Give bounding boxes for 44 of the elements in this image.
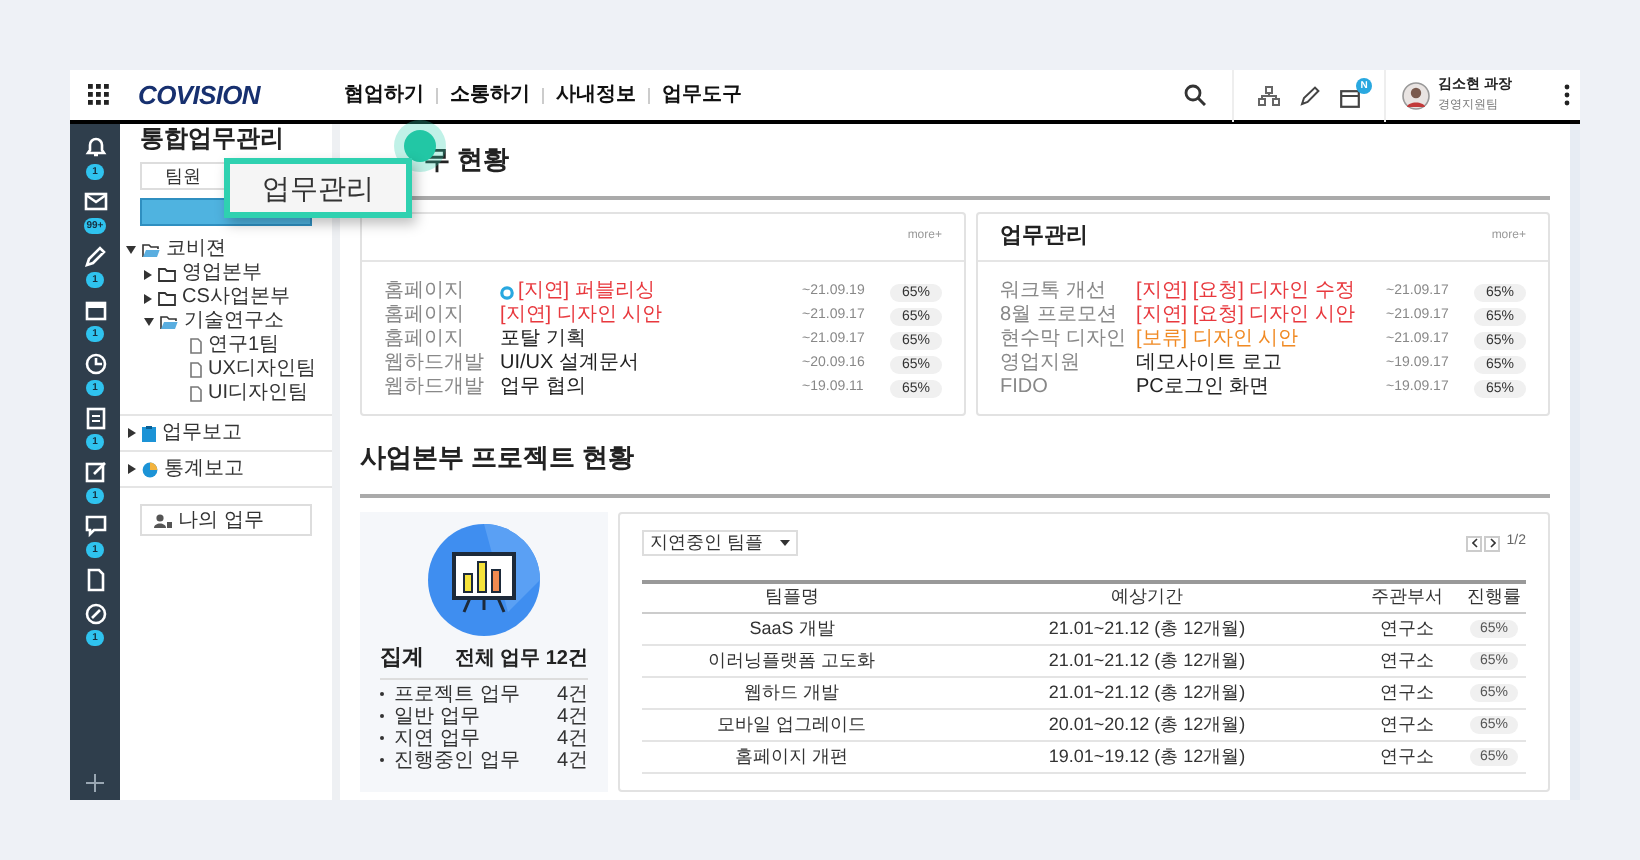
sidebar-title: 통합업무관리: [138, 124, 286, 152]
summary-total: 전체 업무 12건: [454, 645, 588, 674]
table-cell-text: 연구소: [1378, 647, 1436, 674]
summary-count: 4건: [556, 681, 588, 707]
category-text: 홈페이지: [384, 304, 466, 328]
column-header: 팀플명: [763, 584, 821, 611]
summary-count: 4건: [556, 747, 588, 775]
table-cell-text: 21.01~21.12 (총 12개월): [1046, 679, 1248, 706]
logo: COVISION: [138, 77, 260, 114]
category-text: 워크톡 개선: [1000, 280, 1108, 304]
column-header: 예상기간: [1109, 584, 1185, 611]
summary-label: 프로젝트 업무: [394, 681, 520, 707]
summary-count: 4건: [556, 725, 588, 751]
category-text: 홈페이지: [384, 328, 466, 352]
table-cell-text: 홈페이지 개편: [733, 743, 851, 770]
table-cell-text: 모바일 업그레이드: [715, 711, 869, 738]
table-cell-text: 웹하드 개발: [742, 679, 842, 706]
summary-label: 일반 업무: [394, 703, 480, 729]
table-cell-text: 20.01~20.12 (총 12개월): [1046, 711, 1248, 738]
category-text: 현수막 디자인: [1000, 328, 1128, 352]
table-cell-text: 연구소: [1378, 711, 1436, 738]
menu-tooltip: 업무관리: [224, 158, 412, 218]
table-cell-text: 19.01~19.12 (총 12개월): [1046, 743, 1248, 770]
summary-label: 진행중인 업무: [394, 747, 520, 775]
table-cell-text: 이러닝플랫폼 고도화: [706, 647, 878, 674]
category-text: 영업지원: [1000, 352, 1082, 376]
summary-title: 집계: [380, 644, 424, 674]
card-title: 업무관리: [1000, 222, 1088, 253]
category-text: 8월 프로모션: [1000, 304, 1119, 328]
table-cell-text: 21.01~21.12 (총 12개월): [1046, 647, 1248, 674]
summary-count: 4건: [556, 703, 588, 729]
table-cell-text: SaaS 개발: [747, 615, 837, 642]
column-header: 주관부서: [1369, 584, 1445, 611]
section-title: 사업본부 프로젝트 현황: [360, 442, 635, 472]
summary-label: 지연 업무: [394, 725, 480, 751]
category-text: 웹하드개발: [384, 352, 486, 376]
category-text: 홈페이지: [384, 280, 466, 304]
category-text: FIDO: [1000, 376, 1050, 400]
table-cell-text: 연구소: [1378, 679, 1436, 706]
category-text: 웹하드개발: [384, 376, 486, 400]
column-header: 진행률: [1465, 584, 1523, 611]
table-cell-text: 연구소: [1378, 615, 1436, 642]
table-cell-text: 연구소: [1378, 743, 1436, 770]
table-cell-text: 21.01~21.12 (총 12개월): [1046, 615, 1248, 642]
